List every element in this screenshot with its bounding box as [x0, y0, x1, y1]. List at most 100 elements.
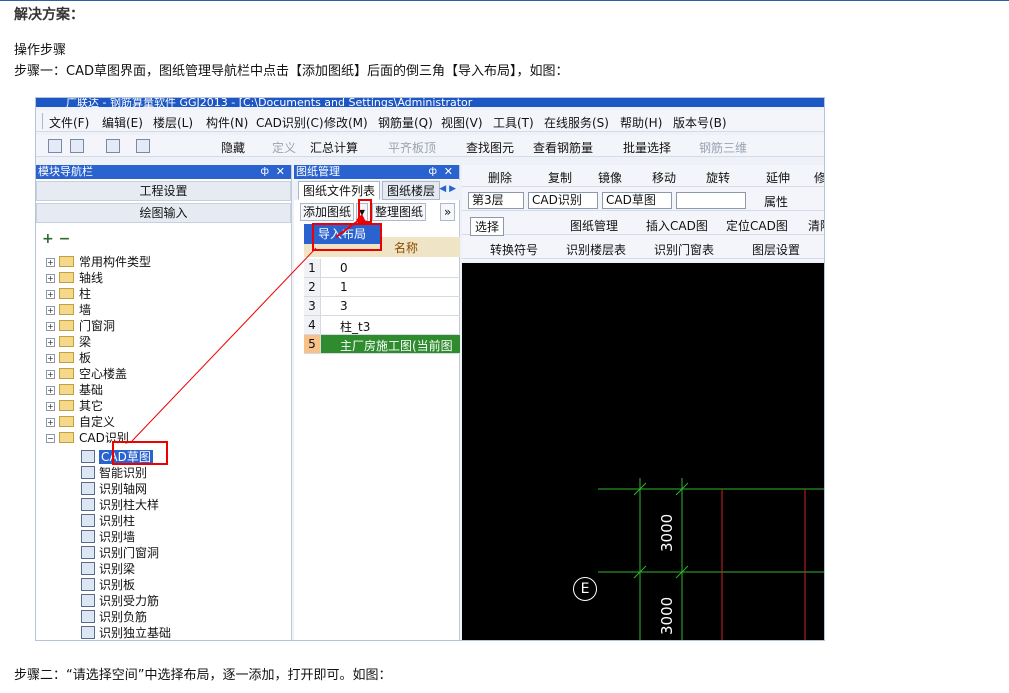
column-icon: [81, 514, 95, 527]
table-row-current[interactable]: 5 主厂房施工图(当前图: [304, 335, 460, 354]
menu-version[interactable]: 版本号(B): [673, 114, 727, 131]
add-drawing-button[interactable]: 添加图纸: [300, 203, 355, 221]
tree-leaf[interactable]: 识别梁: [81, 560, 135, 576]
save-icon[interactable]: [106, 139, 120, 153]
tree-node[interactable]: + 梁: [46, 333, 91, 349]
axis-grid-icon: [81, 482, 95, 495]
menu-online-service[interactable]: 在线服务(S): [544, 114, 609, 131]
tree-node[interactable]: + 板: [46, 349, 91, 365]
select-button[interactable]: 选择: [470, 217, 505, 236]
menu-rebar-quantity[interactable]: 钢筋量(Q): [378, 114, 433, 131]
table-row[interactable]: 4 柱_t3: [304, 316, 460, 335]
drawing-input-button[interactable]: 绘图输入: [36, 203, 291, 223]
tree-leaf[interactable]: 识别柱: [81, 512, 135, 528]
insert-cad-button[interactable]: 插入CAD图: [646, 217, 708, 234]
flush-slab-button[interactable]: 平齐板顶: [388, 139, 436, 156]
table-row[interactable]: 10: [304, 259, 460, 278]
extend-button[interactable]: 延伸: [766, 169, 790, 186]
view-rebar-button[interactable]: 查看钢筋量: [533, 139, 593, 156]
expand-collapse-icon[interactable]: + −: [42, 231, 70, 247]
tree-leaf[interactable]: 智能识别: [81, 464, 147, 480]
step-one-text: 步骤一：CAD草图界面，图纸管理导航栏中点击【添加图纸】后面的倒三角【导入布局】…: [14, 64, 569, 79]
properties-button[interactable]: 属性: [764, 193, 788, 210]
tree-leaf[interactable]: 识别柱大样: [81, 496, 159, 512]
locate-cad-button[interactable]: 定位CAD图: [726, 217, 788, 234]
new-file-icon[interactable]: [48, 139, 62, 153]
nav-panel-title-text: 模块导航栏: [38, 165, 93, 178]
tree-node[interactable]: + 空心楼盖: [46, 365, 127, 381]
cad-canvas[interactable]: E D 3000 3000: [462, 263, 824, 640]
menu-floor[interactable]: 楼层(L): [153, 114, 193, 131]
menu-view[interactable]: 视图(V): [441, 114, 483, 131]
annotation-box-cad-sketch: [112, 441, 168, 465]
table-row[interactable]: 21: [304, 278, 460, 297]
delete-button[interactable]: 删除: [488, 169, 512, 186]
undo-icon[interactable]: [136, 139, 150, 153]
find-element-button[interactable]: 查找图元: [466, 139, 514, 156]
copy-button[interactable]: 复制: [548, 169, 572, 186]
tree-node[interactable]: + 门窗洞: [46, 317, 115, 333]
tree-leaf[interactable]: 识别受力筋: [81, 592, 159, 608]
close-icon[interactable]: ✕: [444, 165, 453, 179]
menu-help[interactable]: 帮助(H): [620, 114, 662, 131]
tab-scroll-icon[interactable]: ◀ ▶: [439, 184, 456, 194]
open-file-icon[interactable]: [70, 139, 84, 153]
define-button[interactable]: 定义: [272, 139, 296, 156]
batch-select-button[interactable]: 批量选择: [623, 139, 671, 156]
move-button[interactable]: 移动: [652, 169, 676, 186]
tree-leaf[interactable]: 识别独立基础: [81, 624, 171, 640]
folder-icon: [59, 304, 74, 315]
trim-button[interactable]: 修: [814, 169, 824, 186]
arrange-drawings-button[interactable]: 整理图纸: [372, 203, 427, 221]
tree-leaf[interactable]: 识别门窗洞: [81, 544, 159, 560]
tree-leaf[interactable]: 识别墙: [81, 528, 135, 544]
axis-label-e: E: [573, 577, 597, 601]
foundation-icon: [81, 626, 95, 639]
menu-file[interactable]: 文件(F): [49, 114, 89, 131]
tree-node[interactable]: + 墙: [46, 301, 91, 317]
layer-settings-button[interactable]: 图层设置: [752, 241, 800, 258]
tree-leaf[interactable]: 识别轴网: [81, 480, 147, 496]
more-icon[interactable]: »: [440, 203, 456, 221]
close-icon[interactable]: ✕: [276, 165, 285, 179]
menu-component[interactable]: 构件(N): [206, 114, 248, 131]
menu-cad-recognition[interactable]: CAD识别(C): [256, 114, 324, 131]
clear-button[interactable]: 清除: [808, 217, 824, 234]
cad-icon: [81, 450, 95, 463]
menu-edit[interactable]: 编辑(E): [102, 114, 143, 131]
tree-node[interactable]: + 自定义: [46, 413, 115, 429]
menu-tools[interactable]: 工具(T): [493, 114, 534, 131]
tab-drawing-floor[interactable]: 图纸楼层: [382, 181, 441, 200]
recognize-floor-table-button[interactable]: 识别楼层表: [566, 241, 626, 258]
top-rule: [0, 0, 1009, 1]
recognize-door-window-table-button[interactable]: 识别门窗表: [654, 241, 714, 258]
tree-node[interactable]: + 基础: [46, 381, 103, 397]
tree-leaf[interactable]: 识别板: [81, 576, 135, 592]
component-select[interactable]: [676, 192, 746, 209]
mirror-button[interactable]: 镜像: [598, 169, 622, 186]
floor-select[interactable]: 第3层: [468, 192, 524, 209]
drawing-management-button[interactable]: 图纸管理: [570, 217, 618, 234]
project-settings-button[interactable]: 工程设置: [36, 181, 291, 201]
rotate-button[interactable]: 旋转: [706, 169, 730, 186]
tree-node[interactable]: + 常用构件类型: [46, 253, 151, 269]
summary-calc-button[interactable]: 汇总计算: [310, 139, 358, 156]
floor-toolbar: 第3层 CAD识别 CAD草图 属性: [462, 189, 824, 211]
tree-node[interactable]: + 柱: [46, 285, 91, 301]
cad-recognition-select[interactable]: CAD识别: [528, 192, 598, 209]
folder-icon: [59, 320, 74, 331]
tree-leaf[interactable]: 识别负筋: [81, 608, 147, 624]
cad-toolbars: 删除 复制 镜像 移动 旋转 延伸 修 第3层 CAD识别 CAD草图 属性 选…: [462, 165, 824, 261]
folder-icon: [59, 256, 74, 267]
tree-node[interactable]: + 轴线: [46, 269, 103, 285]
pin-icon[interactable]: ф: [260, 165, 269, 179]
rebar-3d-button[interactable]: 钢筋三维: [699, 139, 747, 156]
table-row[interactable]: 33: [304, 297, 460, 316]
convert-symbol-button[interactable]: 转换符号: [490, 241, 538, 258]
tree-node[interactable]: + 其它: [46, 397, 103, 413]
cad-sketch-select[interactable]: CAD草图: [602, 192, 672, 209]
hide-button[interactable]: 隐藏: [221, 139, 245, 156]
menu-modify[interactable]: 修改(M): [324, 114, 368, 131]
tab-drawing-file-list[interactable]: 图纸文件列表: [298, 181, 381, 200]
pin-icon[interactable]: ф: [428, 165, 437, 179]
